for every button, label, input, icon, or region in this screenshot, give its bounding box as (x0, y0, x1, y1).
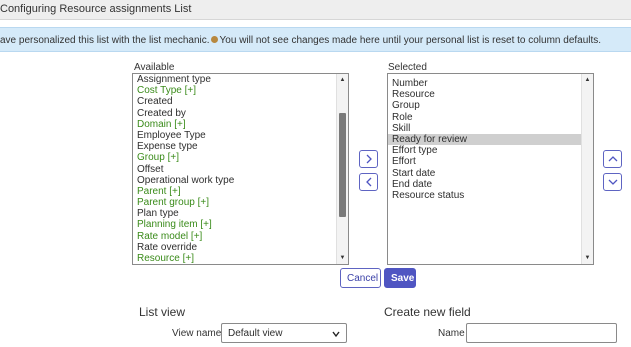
available-scrollbar[interactable]: ▲ ▼ (336, 74, 348, 264)
available-list-item[interactable]: Parent [+] (133, 186, 336, 197)
available-listbox[interactable]: Assignment type Cost Type [+] Created Creat… (132, 73, 349, 265)
available-list-item[interactable]: Employee Type (133, 130, 336, 141)
name-input[interactable] (466, 323, 617, 343)
selected-list-item[interactable]: Role (388, 112, 581, 123)
selected-list-item[interactable]: Effort (388, 156, 581, 167)
available-list-item[interactable]: Resource [+] (133, 253, 336, 264)
info-text-after: You will not see changes made here until… (219, 35, 602, 46)
selected-label: Selected (388, 62, 427, 73)
selected-list-item[interactable]: Resource status (388, 190, 581, 201)
scroll-up-arrow-icon[interactable]: ▲ (337, 75, 348, 85)
info-dot-icon (210, 36, 218, 43)
selected-list-item[interactable]: Effort type (388, 145, 581, 156)
available-items: Assignment type Cost Type [+] Created Creat… (133, 74, 336, 264)
selected-list-item[interactable]: Ready for review (388, 133, 581, 146)
selected-listbox[interactable]: Number Resource Group Role Skill Ready for re… (387, 73, 594, 265)
selected-list-item[interactable]: Resource (388, 89, 581, 100)
selected-list-item[interactable]: End date (388, 179, 581, 190)
selected-list-item[interactable]: Start date (388, 168, 581, 179)
available-list-item[interactable]: Rate model [+] (133, 231, 336, 242)
selected-items: Number Resource Group Role Skill Ready for re… (388, 78, 581, 264)
chevron-up-icon (608, 156, 618, 162)
view-name-value: Default view (228, 328, 283, 339)
chevron-down-icon (608, 179, 618, 185)
list-view-title: List view (139, 305, 186, 319)
selected-scrollbar[interactable]: ▲ ▼ (581, 74, 593, 264)
cancel-button[interactable]: Cancel (340, 268, 381, 288)
available-list-item[interactable]: Offset (133, 164, 336, 175)
available-list-item[interactable]: Plan type (133, 208, 336, 219)
view-name-select[interactable]: Default view (221, 323, 347, 343)
create-new-field-title: Create new field (384, 305, 471, 319)
available-label: Available (134, 62, 175, 73)
available-list-item[interactable]: Domain [+] (133, 119, 336, 130)
info-banner: ave personalized this list with the list… (0, 27, 631, 52)
selected-list-item[interactable]: Group (388, 100, 581, 111)
available-list-item[interactable]: Assignment type (133, 74, 336, 85)
available-list-item[interactable]: Rate override (133, 242, 336, 253)
available-list-item[interactable]: Operational work type (133, 175, 336, 186)
page-title: Configuring Resource assignments List (0, 3, 192, 15)
move-up-button[interactable] (603, 150, 622, 168)
selected-list-item[interactable]: Number (388, 78, 581, 89)
selected-list-item[interactable]: Skill (388, 123, 581, 134)
name-label: Name (438, 328, 465, 339)
add-to-selected-button[interactable] (359, 150, 378, 168)
chevron-down-icon (332, 331, 340, 338)
available-list-item[interactable]: Parent group [+] (133, 197, 336, 208)
remove-from-selected-button[interactable] (359, 173, 378, 191)
available-list-item[interactable]: Created by (133, 108, 336, 119)
available-list-item[interactable]: Created (133, 96, 336, 107)
scroll-down-arrow-icon[interactable]: ▼ (337, 253, 348, 263)
scroll-up-arrow-icon[interactable]: ▲ (582, 75, 593, 85)
available-list-item[interactable]: Cost Type [+] (133, 85, 336, 96)
available-scroll-thumb[interactable] (339, 113, 346, 217)
page-header: Configuring Resource assignments List (0, 0, 631, 20)
move-down-button[interactable] (603, 173, 622, 191)
chevron-left-icon (366, 177, 372, 187)
info-text-before: ave personalized this list with the list… (0, 35, 210, 46)
available-list-item[interactable]: Planning item [+] (133, 219, 336, 230)
scroll-down-arrow-icon[interactable]: ▼ (582, 253, 593, 263)
chevron-right-icon (366, 154, 372, 164)
save-button[interactable]: Save (384, 268, 416, 288)
available-list-item[interactable]: Group [+] (133, 152, 336, 163)
info-message: ave personalized this list with the list… (0, 35, 601, 46)
available-list-item[interactable]: Expense type (133, 141, 336, 152)
view-name-label: View name (172, 328, 222, 339)
